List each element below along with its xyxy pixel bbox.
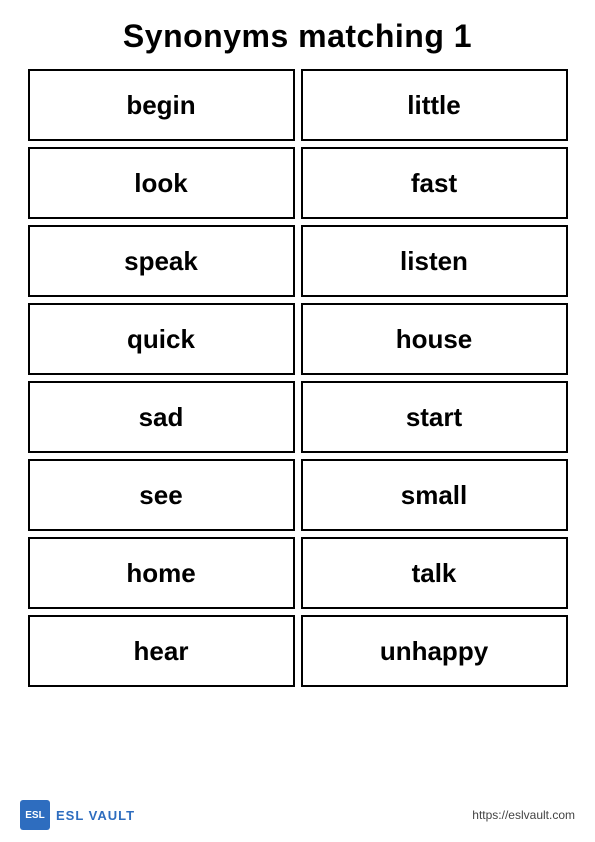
word-right-7: unhappy — [380, 636, 488, 667]
word-left-0: begin — [126, 90, 195, 121]
word-right-6: talk — [412, 558, 457, 589]
word-card-right-6: talk — [301, 537, 568, 609]
word-card-right-0: little — [301, 69, 568, 141]
word-card-right-5: small — [301, 459, 568, 531]
word-right-3: house — [396, 324, 473, 355]
word-right-4: start — [406, 402, 462, 433]
logo-abbr: ESL — [25, 810, 44, 821]
logo-text: ESL VAULT — [56, 808, 135, 823]
word-card-left-4: sad — [28, 381, 295, 453]
logo-box: ESL — [20, 800, 50, 830]
word-left-4: sad — [139, 402, 184, 433]
word-card-left-7: hear — [28, 615, 295, 687]
word-card-right-7: unhappy — [301, 615, 568, 687]
word-left-3: quick — [127, 324, 195, 355]
word-card-right-2: listen — [301, 225, 568, 297]
word-card-left-5: see — [28, 459, 295, 531]
word-right-2: listen — [400, 246, 468, 277]
word-left-7: hear — [134, 636, 189, 667]
footer-url: https://eslvault.com — [472, 808, 575, 822]
word-card-left-1: look — [28, 147, 295, 219]
word-left-6: home — [126, 558, 195, 589]
word-card-right-1: fast — [301, 147, 568, 219]
word-card-left-0: begin — [28, 69, 295, 141]
page-title: Synonyms matching 1 — [123, 18, 472, 55]
word-card-left-2: speak — [28, 225, 295, 297]
synonyms-grid: begin little look fast speak listen quick house… — [18, 69, 578, 687]
word-left-5: see — [139, 480, 182, 511]
word-card-left-6: home — [28, 537, 295, 609]
word-card-right-3: house — [301, 303, 568, 375]
word-left-1: look — [134, 168, 187, 199]
page-footer: ESL ESL VAULT https://eslvault.com — [0, 800, 595, 830]
word-left-2: speak — [124, 246, 198, 277]
word-card-right-4: start — [301, 381, 568, 453]
word-right-0: little — [407, 90, 460, 121]
footer-logo: ESL ESL VAULT — [20, 800, 135, 830]
word-card-left-3: quick — [28, 303, 295, 375]
word-right-5: small — [401, 480, 468, 511]
word-right-1: fast — [411, 168, 457, 199]
